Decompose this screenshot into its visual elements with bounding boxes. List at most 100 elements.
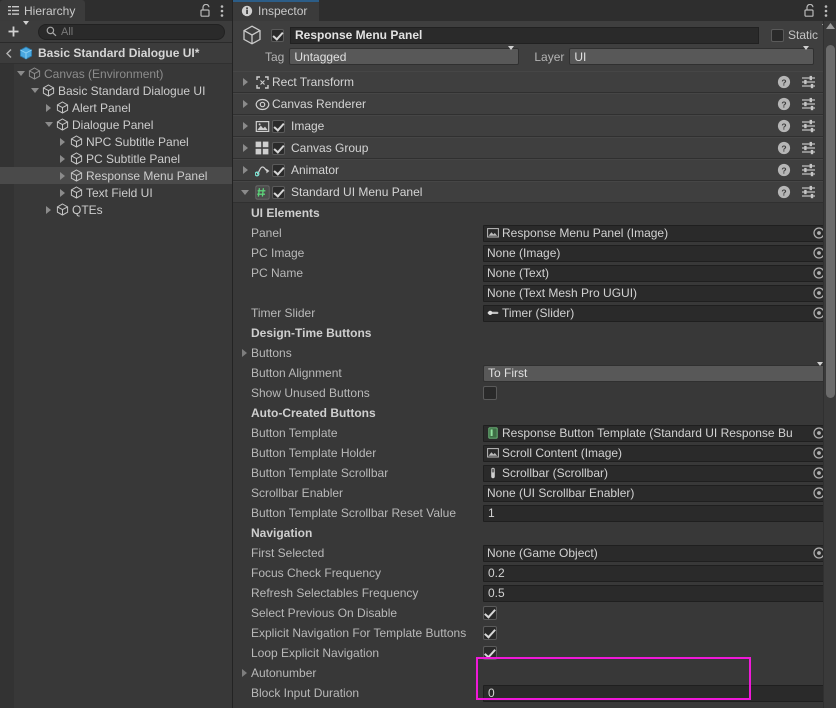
create-object-button[interactable] xyxy=(5,20,31,39)
property-checkbox[interactable] xyxy=(483,646,497,660)
inspector-scrollbar[interactable] xyxy=(823,21,836,708)
property-row: Scrollbar Enabler None (UI Scrollbar Enab… xyxy=(233,483,836,503)
chevron-right-icon[interactable] xyxy=(56,137,69,146)
hierarchy-item[interactable]: Alert Panel xyxy=(0,99,232,116)
property-checkbox[interactable] xyxy=(483,626,497,640)
property-row: First Selected None (Game Object) xyxy=(233,543,836,563)
static-checkbox[interactable] xyxy=(770,28,784,42)
object-field[interactable]: None (UI Scrollbar Enabler) xyxy=(483,484,828,502)
property-foldout[interactable]: Autonumber xyxy=(233,663,836,683)
help-circle-icon[interactable]: ? xyxy=(777,75,791,89)
object-field[interactable]: Scroll Content (Image) xyxy=(483,444,828,462)
help-circle-icon[interactable]: ? xyxy=(777,97,791,111)
component-header[interactable]: Rect Transform ? xyxy=(233,71,836,93)
chevron-right-icon[interactable] xyxy=(42,205,55,214)
property-label: Show Unused Buttons xyxy=(251,386,370,400)
component-header[interactable]: Canvas Group ? xyxy=(233,137,836,159)
tab-inspector[interactable]: Inspector xyxy=(233,0,320,21)
hierarchy-item[interactable]: NPC Subtitle Panel xyxy=(0,133,232,150)
object-field[interactable]: Timer (Slider) xyxy=(483,304,828,322)
hierarchy-item[interactable]: Text Field UI xyxy=(0,184,232,201)
component-header[interactable]: Image ? xyxy=(233,115,836,137)
preset-sliders-icon[interactable] xyxy=(801,97,816,111)
gameobject-cube-icon xyxy=(55,101,70,114)
chevron-right-icon[interactable] xyxy=(238,144,252,152)
component-header[interactable]: Animator ? xyxy=(233,159,836,181)
hierarchy-item[interactable]: Basic Standard Dialogue UI xyxy=(0,82,232,99)
object-field[interactable]: Response Menu Panel (Image) xyxy=(483,224,828,242)
number-field[interactable]: 0.2 xyxy=(483,564,828,582)
preset-sliders-icon[interactable] xyxy=(801,141,816,155)
number-field[interactable]: 0.5 xyxy=(483,584,828,602)
component-header[interactable]: Standard UI Menu Panel ? xyxy=(233,181,836,203)
chevron-right-icon[interactable] xyxy=(238,349,251,357)
property-checkbox[interactable] xyxy=(483,386,497,400)
lock-open-icon[interactable] xyxy=(200,4,211,17)
object-field[interactable]: None (Image) xyxy=(483,244,828,262)
chevron-right-icon[interactable] xyxy=(238,166,252,174)
preset-sliders-icon[interactable] xyxy=(801,163,816,177)
chevron-left-icon[interactable] xyxy=(5,48,14,59)
kebab-menu-icon[interactable] xyxy=(220,4,224,18)
chevron-down-icon[interactable] xyxy=(14,71,27,76)
property-checkbox[interactable] xyxy=(483,606,497,620)
chevron-right-icon[interactable] xyxy=(238,122,252,130)
preset-sliders-icon[interactable] xyxy=(801,185,816,199)
number-field[interactable]: 1 xyxy=(483,504,828,522)
gameobject-name-field[interactable]: Response Menu Panel xyxy=(290,26,759,44)
object-field[interactable]: None (Text Mesh Pro UGUI) xyxy=(483,284,828,302)
number-field-value: 0 xyxy=(488,686,495,700)
property-row: PC Name None (Text) xyxy=(233,263,836,283)
scroll-up-arrow-icon[interactable] xyxy=(824,23,836,29)
chevron-right-icon[interactable] xyxy=(238,78,252,86)
chevron-right-icon[interactable] xyxy=(42,103,55,112)
hierarchy-item[interactable]: PC Subtitle Panel xyxy=(0,150,232,167)
object-field[interactable]: Scrollbar (Scrollbar) xyxy=(483,464,828,482)
kebab-menu-icon[interactable] xyxy=(824,4,828,18)
help-circle-icon[interactable]: ? xyxy=(777,163,791,177)
chevron-right-icon[interactable] xyxy=(238,669,251,677)
number-field-value: 1 xyxy=(488,506,495,520)
chevron-down-icon[interactable] xyxy=(42,122,55,127)
help-circle-icon[interactable]: ? xyxy=(777,185,791,199)
chevron-down-icon[interactable] xyxy=(238,189,252,195)
tag-dropdown[interactable]: Untagged xyxy=(289,45,520,65)
hierarchy-item[interactable]: Response Menu Panel xyxy=(0,167,232,184)
property-label: Block Input Duration xyxy=(251,686,360,700)
enum-dropdown[interactable]: To First xyxy=(483,362,828,382)
component-enabled-checkbox[interactable] xyxy=(272,163,285,177)
chevron-down-icon[interactable] xyxy=(28,88,41,93)
component-enabled-checkbox[interactable] xyxy=(272,119,285,133)
gameobject-active-checkbox[interactable] xyxy=(271,28,284,42)
gameobject-name-value: Response Menu Panel xyxy=(295,28,423,42)
number-field[interactable]: 0 xyxy=(483,684,828,702)
preset-sliders-icon[interactable] xyxy=(801,119,816,133)
chevron-right-icon[interactable] xyxy=(56,171,69,180)
scrollbar-thumb[interactable] xyxy=(826,45,835,398)
preset-sliders-icon[interactable] xyxy=(801,75,816,89)
hierarchy-item[interactable]: Canvas (Environment) xyxy=(0,65,232,82)
layer-dropdown[interactable]: UI xyxy=(569,45,814,65)
gameobject-cube-icon xyxy=(69,152,84,165)
hierarchy-item-label: Text Field UI xyxy=(86,185,153,200)
search-input[interactable]: All xyxy=(38,23,225,40)
lock-open-icon[interactable] xyxy=(804,4,815,17)
help-circle-icon[interactable]: ? xyxy=(777,141,791,155)
object-field[interactable]: Response Button Template (Standard UI Re… xyxy=(483,424,828,442)
component-enabled-checkbox[interactable] xyxy=(272,141,285,155)
object-field[interactable]: None (Game Object) xyxy=(483,544,828,562)
chevron-right-icon[interactable] xyxy=(238,100,252,108)
help-circle-icon[interactable]: ? xyxy=(777,119,791,133)
component-header[interactable]: Canvas Renderer ? xyxy=(233,93,836,115)
component-enabled-checkbox[interactable] xyxy=(272,185,285,199)
inspector-body: Response Menu Panel Static Tag Untagged … xyxy=(233,21,836,708)
hierarchy-item[interactable]: Dialogue Panel xyxy=(0,116,232,133)
hierarchy-item[interactable]: QTEs xyxy=(0,201,232,218)
chevron-right-icon[interactable] xyxy=(56,188,69,197)
property-foldout[interactable]: Buttons xyxy=(233,343,836,363)
object-field[interactable]: None (Text) xyxy=(483,264,828,282)
chevron-right-icon[interactable] xyxy=(56,154,69,163)
tab-hierarchy[interactable]: Hierarchy xyxy=(0,0,86,21)
property-label: PC Image xyxy=(251,246,305,260)
inspector-tab-actions xyxy=(804,0,836,21)
